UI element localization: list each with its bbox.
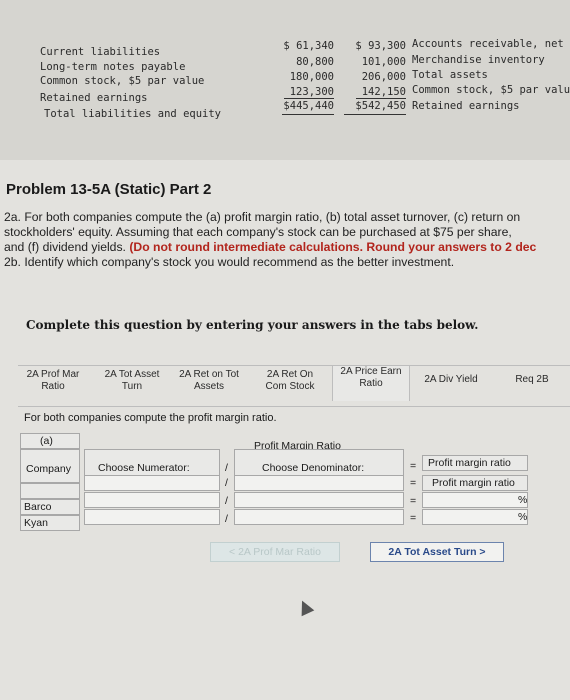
equals-barco: = (410, 495, 417, 507)
instruction-line-3-start: and (f) dividend yields. (4, 240, 126, 254)
tab-price-earn-ratio[interactable]: 2A Price Earn Ratio (332, 365, 410, 401)
instruction-line-4: 2b. Identify which company's stock you w… (4, 255, 455, 269)
instruction-line-3: and (f) dividend yields. (Do not round i… (4, 240, 570, 255)
tab-tot-asset-turn[interactable]: 2A Tot Asset Turn (96, 369, 168, 393)
col1-val-2: 180,000 (289, 71, 334, 83)
tab-div-yield[interactable]: 2A Div Yield (416, 374, 486, 386)
barco-result-input[interactable] (422, 492, 528, 508)
tab-prof-mar-ratio[interactable]: 2A Prof Mar Ratio (18, 369, 88, 393)
numerator-header: Choose Numerator: (98, 462, 190, 474)
equals-kyan: = (410, 512, 417, 524)
right-label-3: Common stock, $5 par valu (412, 84, 570, 96)
company-kyan: Kyan (24, 517, 48, 529)
stmt-label-1: Long-term notes payable (40, 61, 186, 73)
slash-header: / (225, 462, 228, 474)
tab-bar: 2A Prof Mar Ratio 2A Tot Asset Turn 2A R… (18, 365, 570, 407)
kyan-unit: % (518, 511, 528, 523)
tab-req-2b[interactable]: Req 2B (504, 374, 560, 386)
tab-ret-on-tot-assets[interactable]: 2A Ret on Tot Assets (172, 369, 246, 393)
next-tab-button[interactable]: 2A Tot Asset Turn > (370, 542, 504, 562)
equals-blank: = (410, 477, 417, 489)
blank-denominator-field[interactable] (234, 475, 404, 491)
stmt-label-4: Total liabilities and equity (44, 108, 222, 120)
kyan-numerator-select[interactable] (84, 509, 220, 525)
right-label-0: Accounts receivable, net (412, 38, 564, 50)
slash-kyan: / (225, 513, 228, 525)
col2-double-underline (344, 114, 406, 115)
prev-tab-button[interactable]: < 2A Prof Mar Ratio (210, 542, 340, 562)
part-label: (a) (40, 435, 53, 447)
barco-denominator-select[interactable] (234, 492, 404, 508)
tab-instruction: For both companies compute the profit ma… (24, 412, 277, 424)
instruction-line-1: 2a. For both companies compute the (a) p… (4, 210, 521, 224)
result-sub-label: Profit margin ratio (432, 477, 515, 489)
col1-val-4: $445,440 (283, 100, 334, 112)
profit-margin-table: Profit Margin Ratio (a) Company Choose N… (20, 433, 540, 533)
instruction-line-2: stockholders' equity. Assuming that each… (4, 225, 512, 239)
stmt-label-3: Retained earnings (40, 92, 148, 104)
result-header: Profit margin ratio (428, 457, 511, 469)
col1-val-1: 80,800 (296, 56, 334, 68)
barco-numerator-select[interactable] (84, 492, 220, 508)
col2-val-3: 142,150 (361, 86, 406, 98)
company-barco: Barco (24, 501, 52, 513)
col2-underline (356, 98, 406, 99)
slash-blank: / (225, 477, 228, 489)
right-label-1: Merchandise inventory (412, 54, 545, 66)
right-label-2: Total assets (412, 69, 488, 81)
equals-header: = (410, 460, 417, 472)
col2-val-0: $ 93,300 (355, 40, 406, 52)
barco-unit: % (518, 494, 528, 506)
col2-val-4: $542,450 (355, 100, 406, 112)
blank-numerator-field[interactable] (84, 475, 220, 491)
blank-company-cell (20, 483, 80, 499)
slash-barco: / (225, 495, 228, 507)
denominator-header: Choose Denominator: (262, 462, 365, 474)
tab-ret-on-com-stock[interactable]: 2A Ret On Com Stock (258, 369, 322, 393)
col1-double-underline (282, 114, 334, 115)
complete-banner: Complete this question by entering your … (26, 318, 479, 332)
col2-val-1: 101,000 (361, 56, 406, 68)
col1-val-3: 123,300 (289, 86, 334, 98)
company-header: Company (26, 463, 71, 475)
kyan-denominator-select[interactable] (234, 509, 404, 525)
kyan-result-input[interactable] (422, 509, 528, 525)
instruction-line-3-bold: (Do not round intermediate calculations.… (129, 240, 537, 254)
right-label-4: Retained earnings (412, 100, 520, 112)
col1-underline (284, 98, 334, 99)
problem-title: Problem 13-5A (Static) Part 2 (6, 181, 212, 198)
col1-val-0: $ 61,340 (283, 40, 334, 52)
balance-sheet-photo-area: Current liabilities Long-term notes paya… (0, 0, 570, 160)
stmt-label-2: Common stock, $5 par value (40, 75, 205, 87)
col2-val-2: 206,000 (361, 71, 406, 83)
stmt-label-0: Current liabilities (40, 46, 161, 58)
problem-instructions: 2a. For both companies compute the (a) p… (4, 210, 570, 270)
